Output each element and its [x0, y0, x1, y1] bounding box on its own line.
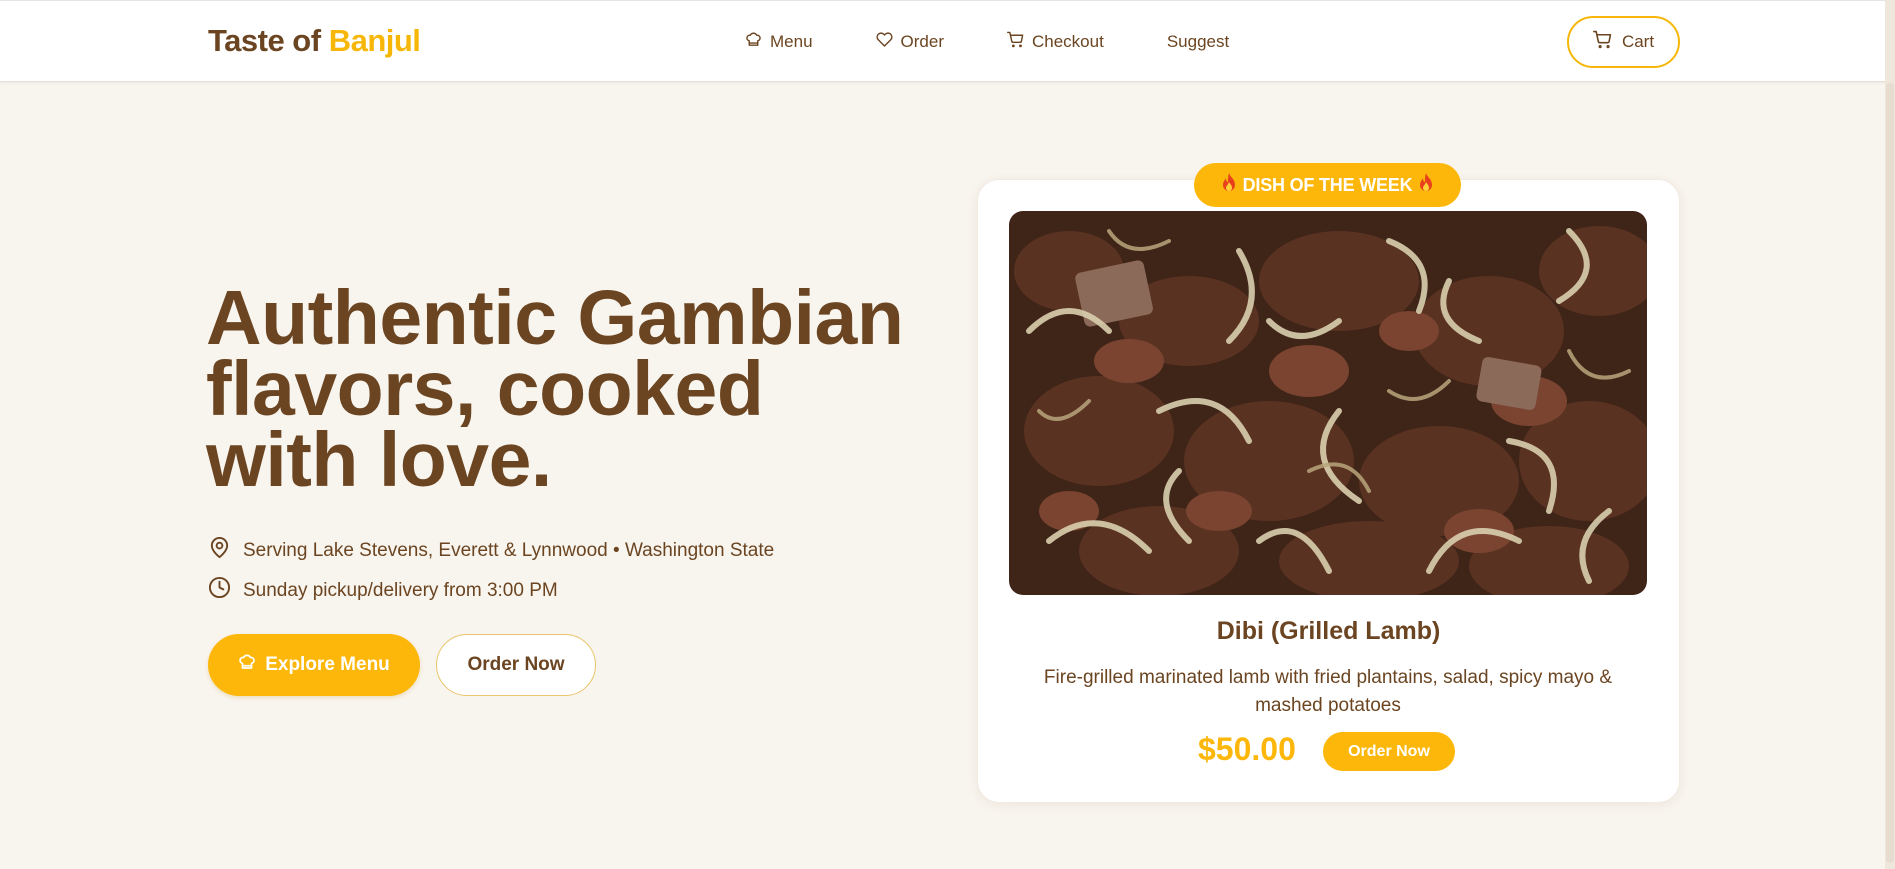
- hours-text: Sunday pickup/delivery from 3:00 PM: [243, 579, 558, 601]
- chef-hat-icon: [745, 31, 762, 53]
- dish-of-week-badge: DISH OF THE WEEK: [1194, 163, 1461, 207]
- heart-icon: [875, 31, 893, 53]
- scrollbar-thumb[interactable]: [1886, 83, 1894, 863]
- location-text: Serving Lake Stevens, Everett & Lynnwood…: [243, 539, 775, 561]
- nav-item-order[interactable]: Order: [875, 31, 944, 53]
- dish-description: Fire-grilled marinated lamb with fried p…: [1043, 667, 1613, 716]
- nav-item-suggest[interactable]: Suggest: [1167, 32, 1229, 52]
- logo-text: Taste of: [208, 23, 321, 58]
- nav-item-label: Menu: [770, 32, 813, 51]
- clock-icon: [208, 576, 231, 605]
- cart-label: Cart: [1621, 32, 1655, 51]
- explore-menu-button[interactable]: Explore Menu: [208, 634, 420, 696]
- fire-icon: [1418, 172, 1434, 198]
- dish-price: $50.00: [1198, 731, 1296, 767]
- logo[interactable]: Taste of Banjul: [208, 23, 421, 59]
- dish-title: Dibi (Grilled Lamb): [1216, 617, 1441, 645]
- main-nav: Menu Order Checkout Suggest: [745, 1, 1229, 83]
- badge-text: DISH OF THE WEEK: [1242, 174, 1413, 195]
- logo-accent-text: Banjul: [328, 23, 421, 58]
- dish-order-now-button[interactable]: Order Now: [1323, 732, 1455, 771]
- nav-item-checkout[interactable]: Checkout: [1007, 31, 1104, 53]
- dish-photo: [1009, 211, 1647, 595]
- nav-item-label: Order: [900, 32, 944, 51]
- fire-icon: [1221, 172, 1237, 198]
- page-scrollbar[interactable]: [1885, 0, 1895, 869]
- explore-menu-label: Explore Menu: [265, 654, 390, 675]
- location-line: Serving Lake Stevens, Everett & Lynnwood…: [208, 536, 774, 565]
- nav-item-label: Suggest: [1166, 32, 1230, 51]
- chef-hat-icon: [238, 653, 256, 677]
- map-pin-icon: [208, 536, 231, 565]
- hours-line: Sunday pickup/delivery from 3:00 PM: [208, 576, 558, 605]
- cart-button[interactable]: Cart: [1567, 16, 1680, 68]
- nav-item-label: Checkout: [1032, 32, 1104, 51]
- order-now-button[interactable]: Order Now: [436, 634, 596, 696]
- cart-icon: [1592, 30, 1612, 54]
- cart-icon: [1007, 31, 1024, 53]
- hero-title: Authentic Gambian flavors, cooked with l…: [206, 275, 904, 503]
- grilled-lamb-photo: [1009, 211, 1647, 595]
- nav-item-menu[interactable]: Menu: [745, 31, 813, 53]
- site-header: Taste of Banjul Menu Order Checkout Sugg…: [0, 0, 1895, 82]
